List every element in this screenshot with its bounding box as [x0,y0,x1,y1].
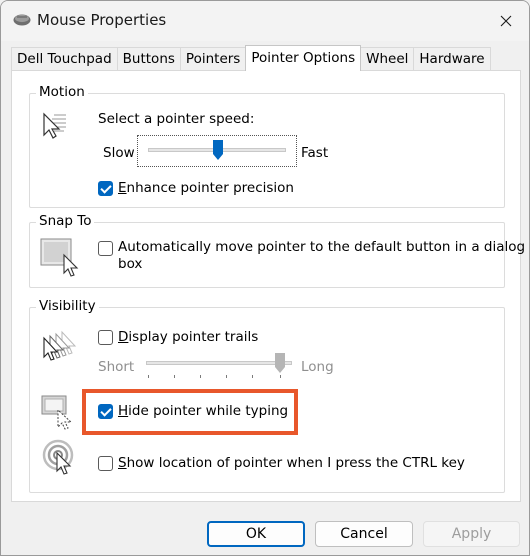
mouse-icon [13,14,31,26]
show-location-checkbox[interactable] [98,456,113,471]
ok-button[interactable]: OK [207,521,305,547]
motion-group-label: Motion [36,84,88,100]
tab-strip: Dell Touchpad Buttons Pointers Pointer O… [11,45,491,71]
pointer-trails-label-text: Display pointer trails [118,329,259,345]
tab-hardware[interactable]: Hardware [413,47,491,71]
tab-pointers[interactable]: Pointers [179,47,247,71]
pointer-trails-label[interactable]: Display pointer trails [118,329,258,345]
long-label: Long [301,359,334,375]
hide-pointer-icon [41,395,73,430]
window-title: Mouse Properties [37,11,167,29]
snap-to-default-label-line1[interactable]: Automatically move pointer to the defaul… [118,239,525,255]
pointer-speed-icon [43,112,66,139]
pointer-trails-slider[interactable] [144,351,300,381]
close-icon [500,15,512,27]
apply-button[interactable]: Apply [423,521,520,547]
hide-pointer-label-text: Hide pointer while typing [118,403,289,419]
title-bar: Mouse Properties [1,1,529,41]
snap-to-group-label: Snap To [36,213,95,229]
trails-slider-thumb[interactable] [274,352,286,374]
fast-label: Fast [301,145,329,161]
pointer-trails-checkbox[interactable] [98,330,113,345]
hide-pointer-label[interactable]: Hide pointer while typing [118,403,288,419]
slow-label: Slow [103,145,135,161]
close-button[interactable] [483,1,529,41]
short-label: Short [98,359,135,375]
visibility-group-label: Visibility [36,298,99,314]
tab-wheel[interactable]: Wheel [360,47,415,71]
enhance-precision-label[interactable]: Enhance pointer precision [118,180,294,196]
show-location-label[interactable]: Show location of pointer when I press th… [118,455,465,471]
cancel-button[interactable]: Cancel [315,521,413,547]
snap-to-default-label-line2[interactable]: box [118,256,142,272]
pointer-options-panel: Motion Select a pointer speed: Slow Fast… [11,70,525,502]
snap-to-default-checkbox[interactable] [98,241,113,256]
pointer-speed-slider[interactable] [137,135,297,167]
tab-dell-touchpad[interactable]: Dell Touchpad [11,47,118,71]
mouse-properties-window: Mouse Properties Dell Touchpad Buttons P… [0,0,530,556]
snap-to-icon [40,238,79,277]
hide-pointer-checkbox[interactable] [98,404,113,419]
pointer-trails-icon [43,330,77,361]
enhance-precision-checkbox[interactable] [98,181,113,196]
show-location-icon [42,439,74,475]
slider-thumb[interactable] [212,139,224,161]
pointer-speed-label: Select a pointer speed: [98,111,255,127]
tab-buttons[interactable]: Buttons [116,47,181,71]
tab-pointer-options[interactable]: Pointer Options [245,45,362,71]
